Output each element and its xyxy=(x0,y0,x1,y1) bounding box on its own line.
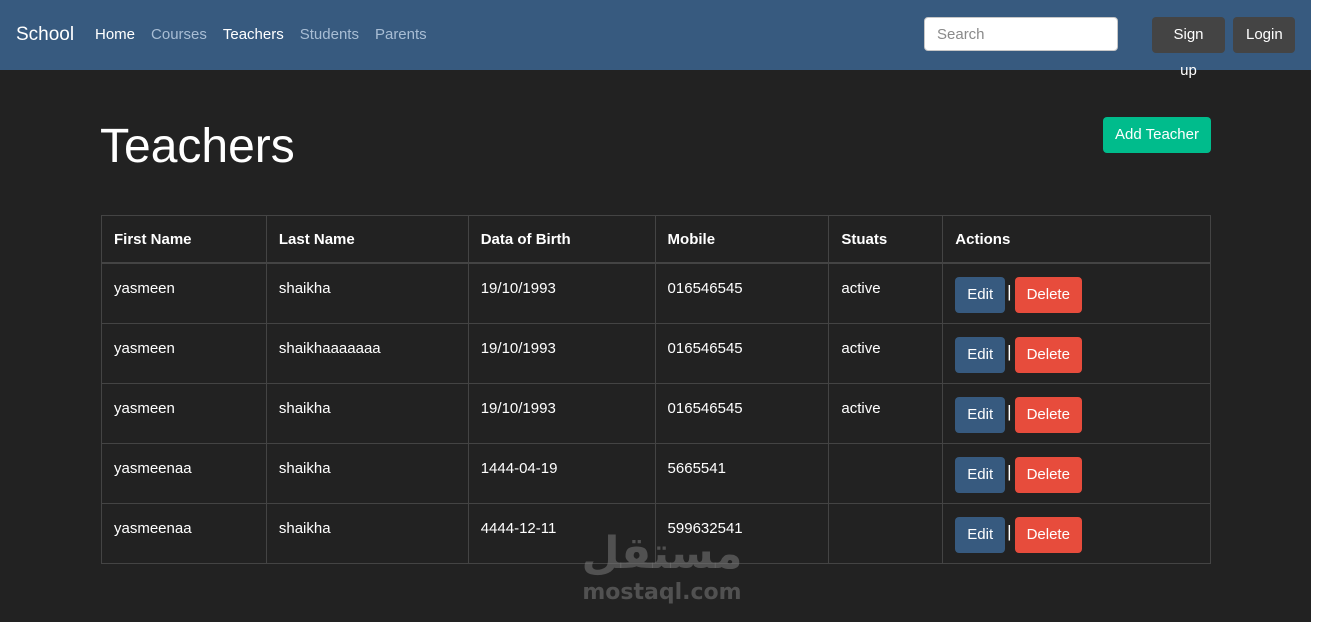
action-separator: | xyxy=(1007,282,1012,301)
action-separator: | xyxy=(1007,521,1012,541)
edit-button[interactable]: Edit xyxy=(955,396,1006,433)
cell-first-name: yasmeen xyxy=(101,262,267,324)
cell-actions: Edit | Delete xyxy=(942,322,1211,384)
delete-button[interactable]: Delete xyxy=(1014,336,1082,373)
cell-first-name: yasmeenaa xyxy=(101,442,267,504)
cell-date-of-birth: 19/10/1993 xyxy=(467,322,656,384)
login-button[interactable]: Login xyxy=(1233,17,1295,53)
nav-link-courses[interactable]: Courses xyxy=(143,25,215,45)
column-header-last-name: Last Name xyxy=(265,215,469,264)
nav-link-students[interactable]: Students xyxy=(292,25,367,45)
table-row: yasmeenaa shaikha 1444-04-19 5665541 Edi… xyxy=(101,442,1211,504)
nav-link-teachers[interactable]: Teachers xyxy=(215,25,292,45)
column-header-status: Stuats xyxy=(828,215,944,264)
edit-button[interactable]: Edit xyxy=(955,277,1006,313)
table-header-row: First Name Last Name Data of Birth Mobil… xyxy=(101,215,1211,264)
cell-last-name: shaikha xyxy=(265,382,469,444)
cell-status xyxy=(828,502,944,564)
table-row: yasmeen shaikha 19/10/1993 016546545 act… xyxy=(101,382,1211,444)
watermark: مستقل mostaql.com xyxy=(572,528,752,606)
cell-date-of-birth: 1444-04-19 xyxy=(467,442,656,504)
search-input[interactable] xyxy=(924,17,1118,51)
cell-last-name: shaikha xyxy=(265,442,469,504)
edit-button[interactable]: Edit xyxy=(955,336,1006,373)
navbar: School Home Courses Teachers Students Pa… xyxy=(0,0,1311,79)
cell-actions: Edit | Delete xyxy=(942,382,1211,444)
cell-mobile: 016546545 xyxy=(654,322,830,384)
signup-button[interactable]: Sign up xyxy=(1152,17,1225,79)
column-header-actions: Actions xyxy=(942,215,1211,264)
cell-last-name: shaikha xyxy=(265,262,469,324)
cell-date-of-birth: 19/10/1993 xyxy=(467,262,656,324)
teachers-table: First Name Last Name Data of Birth Mobil… xyxy=(101,215,1211,564)
watermark-text: mostaql.com xyxy=(582,580,742,605)
cell-first-name: yasmeenaa xyxy=(101,502,267,564)
cell-status: active xyxy=(828,262,944,324)
cell-date-of-birth: 19/10/1993 xyxy=(467,382,656,444)
cell-actions: Edit | Delete xyxy=(942,442,1211,504)
table-row: yasmeen shaikha 19/10/1993 016546545 act… xyxy=(101,262,1211,324)
cell-first-name: yasmeen xyxy=(101,382,267,444)
page-title: Teachers xyxy=(100,120,295,173)
cell-actions: Edit | Delete xyxy=(942,262,1211,324)
action-separator: | xyxy=(1007,341,1012,361)
column-header-mobile: Mobile xyxy=(654,215,830,264)
cell-status: active xyxy=(828,382,944,444)
nav-link-parents[interactable]: Parents xyxy=(367,25,435,45)
nav-link-home[interactable]: Home xyxy=(87,25,143,45)
page: School Home Courses Teachers Students Pa… xyxy=(0,0,1311,622)
cell-last-name: shaikhaaaaaaa xyxy=(265,322,469,384)
edit-button[interactable]: Edit xyxy=(955,456,1006,493)
table-row: yasmeen shaikhaaaaaaa 19/10/1993 0165465… xyxy=(101,322,1211,384)
brand-link[interactable]: School xyxy=(16,23,74,47)
delete-button[interactable]: Delete xyxy=(1014,396,1082,433)
cell-first-name: yasmeen xyxy=(101,322,267,384)
nav-links: Home Courses Teachers Students Parents xyxy=(87,25,435,45)
edit-button[interactable]: Edit xyxy=(955,516,1006,553)
cell-mobile: 5665541 xyxy=(654,442,830,504)
cell-mobile: 016546545 xyxy=(654,382,830,444)
delete-button[interactable]: Delete xyxy=(1014,516,1082,553)
delete-button[interactable]: Delete xyxy=(1014,277,1082,313)
cell-status xyxy=(828,442,944,504)
cell-last-name: shaikha xyxy=(265,502,469,564)
column-header-date-of-birth: Data of Birth xyxy=(467,215,656,264)
action-separator: | xyxy=(1007,401,1012,421)
delete-button[interactable]: Delete xyxy=(1014,456,1082,493)
column-header-first-name: First Name xyxy=(101,215,267,264)
add-teacher-button[interactable]: Add Teacher xyxy=(1103,117,1211,153)
cell-actions: Edit | Delete xyxy=(942,502,1211,564)
cell-status: active xyxy=(828,322,944,384)
watermark-logo: مستقل xyxy=(581,528,743,579)
action-separator: | xyxy=(1007,461,1012,481)
cell-mobile: 016546545 xyxy=(654,262,830,324)
